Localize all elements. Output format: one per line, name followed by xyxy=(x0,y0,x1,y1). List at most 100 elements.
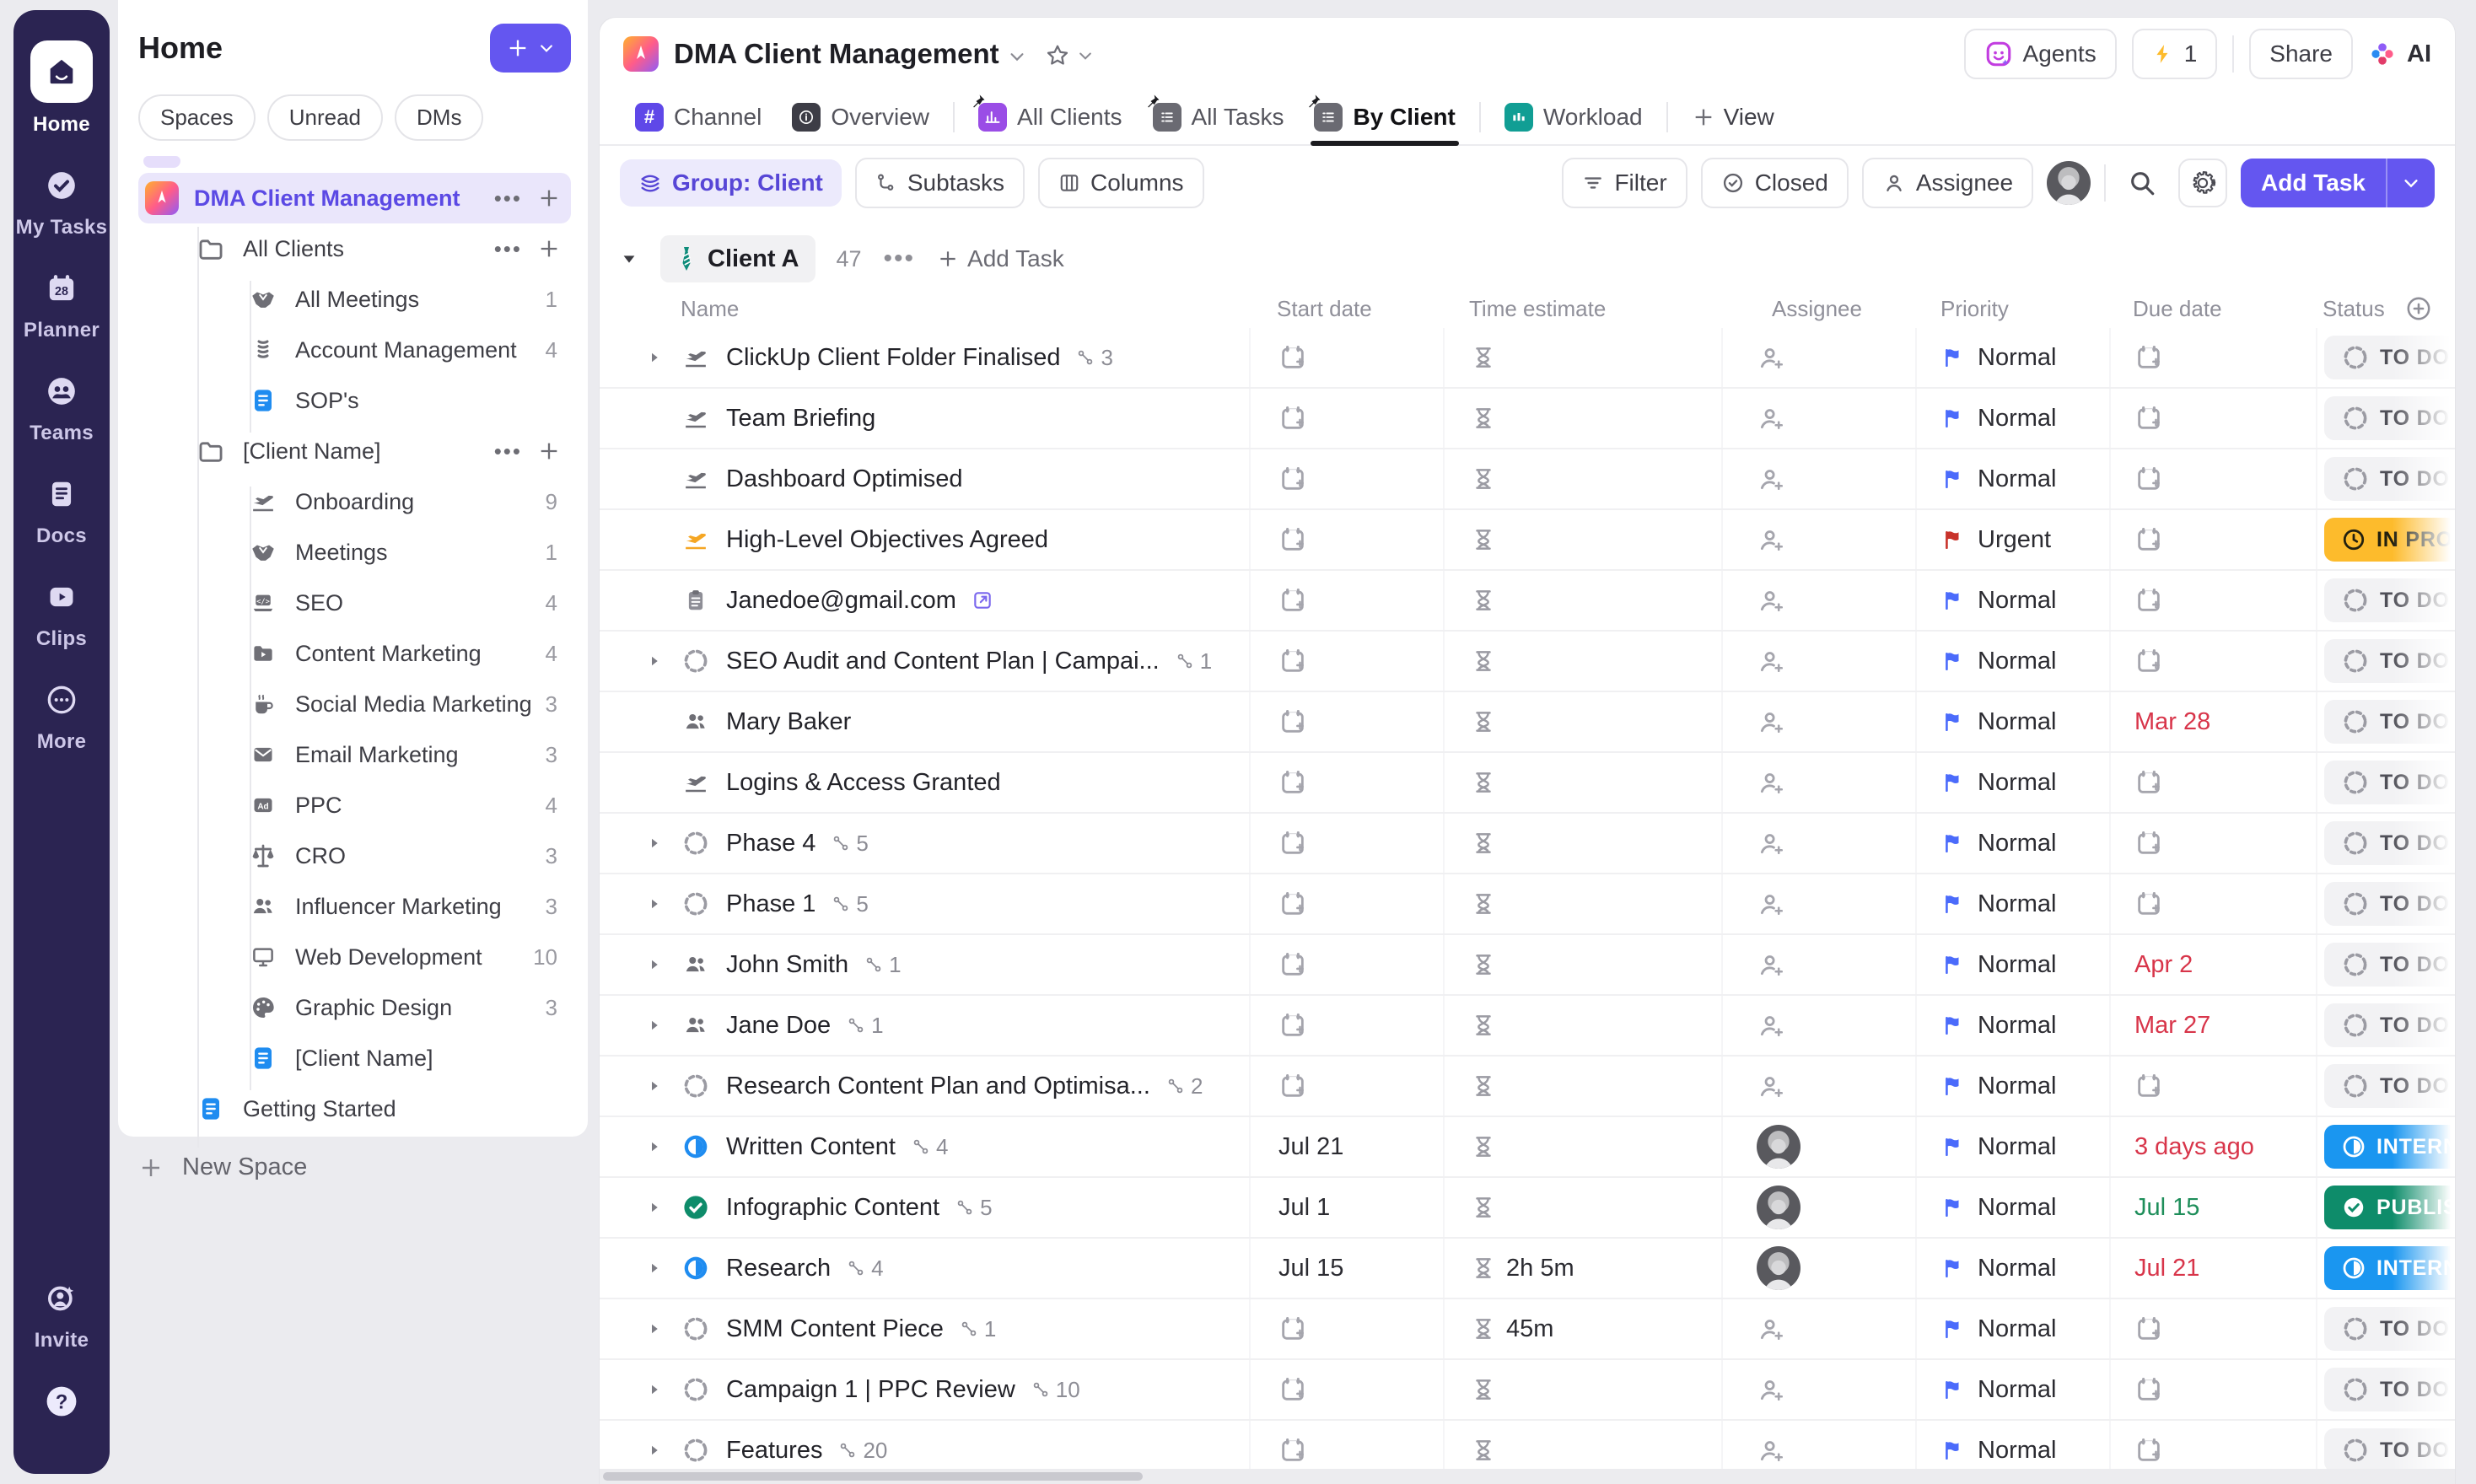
assignee-pill[interactable]: Assignee xyxy=(1862,158,2033,208)
cell-assignee[interactable] xyxy=(1721,692,1915,751)
cell-start-date[interactable] xyxy=(1249,874,1443,933)
task-name[interactable]: SMM Content Piece xyxy=(726,1315,944,1343)
tab-by-client[interactable]: By Client xyxy=(1299,90,1470,144)
status-badge[interactable]: TO DO xyxy=(2324,761,2455,804)
search-icon[interactable] xyxy=(2119,160,2165,206)
task-name[interactable]: Written Content xyxy=(726,1133,896,1161)
cell-due-date[interactable]: Mar 28 xyxy=(2109,692,2316,751)
sidebar-item-dma-client-management[interactable]: DMA Client Management••• xyxy=(138,173,571,223)
sidebar-item-getting-started[interactable]: Getting Started xyxy=(138,1083,571,1134)
sidebar-item-all-meetings[interactable]: All Meetings1 xyxy=(138,274,571,325)
sidebar-item-email-marketing[interactable]: Email Marketing3 xyxy=(138,729,571,780)
cell-due-date[interactable] xyxy=(2109,632,2316,691)
subtask-count[interactable]: 5 xyxy=(831,831,868,857)
sidebar-item-all-clients[interactable]: All Clients••• xyxy=(138,223,571,274)
rail-item-my-tasks[interactable]: My Tasks xyxy=(16,165,108,239)
cell-due-date[interactable] xyxy=(2109,389,2316,448)
subtask-count[interactable]: 4 xyxy=(846,1255,883,1282)
status-badge[interactable]: TO DO xyxy=(2324,396,2455,440)
subtask-count[interactable]: 1 xyxy=(846,1013,883,1039)
plus-icon[interactable] xyxy=(537,237,561,261)
cell-due-date[interactable] xyxy=(2109,328,2316,387)
tab-all-clients[interactable]: All Clients xyxy=(963,90,1137,144)
cell-priority[interactable]: Normal xyxy=(1915,1299,2109,1358)
cell-time-estimate[interactable] xyxy=(1443,1057,1721,1116)
table-row[interactable]: Campaign 1 | PPC Review10NormalTO DO xyxy=(600,1360,2455,1421)
table-row[interactable]: Mary BakerNormalMar 28TO DO xyxy=(600,692,2455,753)
sidebar-item-web-development[interactable]: Web Development10 xyxy=(138,932,571,982)
rail-item-more[interactable]: More xyxy=(37,680,87,754)
cell-time-estimate[interactable] xyxy=(1443,753,1721,812)
column-header-start-date[interactable]: Start date xyxy=(1249,289,1443,328)
cell-due-date[interactable] xyxy=(2109,510,2316,569)
table-row[interactable]: Jane Doe1NormalMar 27TO DO xyxy=(600,996,2455,1057)
subtasks-pill[interactable]: Subtasks xyxy=(855,158,1025,208)
cell-priority[interactable]: Normal xyxy=(1915,1239,2109,1298)
task-name[interactable]: Infographic Content xyxy=(726,1194,939,1222)
subtask-count[interactable]: 5 xyxy=(831,891,868,917)
cell-start-date[interactable] xyxy=(1249,996,1443,1055)
external-link-icon[interactable] xyxy=(972,589,993,611)
cell-priority[interactable]: Normal xyxy=(1915,692,2109,751)
sidebar-item--client-name-[interactable]: [Client Name]••• xyxy=(138,426,571,476)
cell-start-date[interactable] xyxy=(1249,389,1443,448)
cell-start-date[interactable] xyxy=(1249,510,1443,569)
rail-item-clips[interactable]: Clips xyxy=(36,577,87,651)
sidebar-item--client-name-[interactable]: [Client Name] xyxy=(138,1033,571,1083)
rail-item-teams[interactable]: Teams xyxy=(30,371,94,445)
status-badge[interactable]: TO DO xyxy=(2324,1428,2455,1472)
cell-time-estimate[interactable]: 2h 5m xyxy=(1443,1239,1721,1298)
task-name[interactable]: ClickUp Client Folder Finalised xyxy=(726,344,1060,372)
status-badge[interactable]: TO DO xyxy=(2324,1307,2455,1351)
cell-time-estimate[interactable] xyxy=(1443,692,1721,751)
ai-button[interactable]: AI xyxy=(2368,40,2431,68)
cell-start-date[interactable] xyxy=(1249,571,1443,630)
cell-start-date[interactable] xyxy=(1249,1299,1443,1358)
plus-icon[interactable] xyxy=(537,186,561,210)
status-badge[interactable]: TO DO xyxy=(2324,1003,2455,1047)
more-icon[interactable]: ••• xyxy=(494,184,522,212)
cell-priority[interactable]: Normal xyxy=(1915,1117,2109,1176)
sidebar-item-account-management[interactable]: Account Management4 xyxy=(138,325,571,375)
cell-start-date[interactable] xyxy=(1249,1057,1443,1116)
cell-start-date[interactable]: Jul 1 xyxy=(1249,1178,1443,1237)
columns-pill[interactable]: Columns xyxy=(1038,158,1203,208)
cell-time-estimate[interactable]: 45m xyxy=(1443,1299,1721,1358)
cell-priority[interactable]: Urgent xyxy=(1915,510,2109,569)
cell-due-date[interactable] xyxy=(2109,1299,2316,1358)
cell-assignee[interactable] xyxy=(1721,935,1915,994)
cell-due-date[interactable]: Jul 21 xyxy=(2109,1239,2316,1298)
status-badge[interactable]: TO DO xyxy=(2324,882,2455,926)
cell-assignee[interactable] xyxy=(1721,1057,1915,1116)
filter-pill[interactable]: Filter xyxy=(1562,158,1687,208)
cell-priority[interactable]: Normal xyxy=(1915,753,2109,812)
cell-assignee[interactable] xyxy=(1721,1178,1915,1237)
agents-button[interactable]: Agents xyxy=(1964,29,2117,79)
sidebar-item-sop-s[interactable]: SOP's xyxy=(138,375,571,426)
cell-start-date[interactable] xyxy=(1249,753,1443,812)
group-more-icon[interactable]: ••• xyxy=(884,245,916,273)
assignee-avatar[interactable] xyxy=(1757,1125,1800,1169)
rail-item-home[interactable]: Home xyxy=(30,40,93,137)
cell-due-date[interactable]: Mar 27 xyxy=(2109,996,2316,1055)
sidebar-chip-dms[interactable]: DMs xyxy=(395,94,483,141)
horizontal-scrollbar[interactable] xyxy=(600,1469,2455,1484)
sidebar-item-onboarding[interactable]: Onboarding9 xyxy=(138,476,571,527)
cell-time-estimate[interactable] xyxy=(1443,935,1721,994)
sidebar-item-influencer-marketing[interactable]: Influencer Marketing3 xyxy=(138,881,571,932)
cell-start-date[interactable] xyxy=(1249,814,1443,873)
share-button[interactable]: Share xyxy=(2249,29,2353,79)
new-space-button[interactable]: New Space xyxy=(138,1153,307,1181)
expand-arrow-icon[interactable] xyxy=(647,1057,672,1116)
cell-start-date[interactable]: Jul 21 xyxy=(1249,1117,1443,1176)
more-icon[interactable]: ••• xyxy=(494,437,522,465)
tab-workload[interactable]: Workload xyxy=(1489,90,1658,144)
cell-start-date[interactable] xyxy=(1249,692,1443,751)
settings-gear-icon[interactable] xyxy=(2178,159,2227,207)
status-badge[interactable]: TO DO xyxy=(2324,578,2455,622)
task-name[interactable]: Jane Doe xyxy=(726,1012,831,1040)
task-name[interactable]: John Smith xyxy=(726,951,848,979)
expand-arrow-icon[interactable] xyxy=(647,935,672,994)
cell-priority[interactable]: Normal xyxy=(1915,1360,2109,1419)
status-badge[interactable]: INTERNA xyxy=(2324,1246,2455,1290)
